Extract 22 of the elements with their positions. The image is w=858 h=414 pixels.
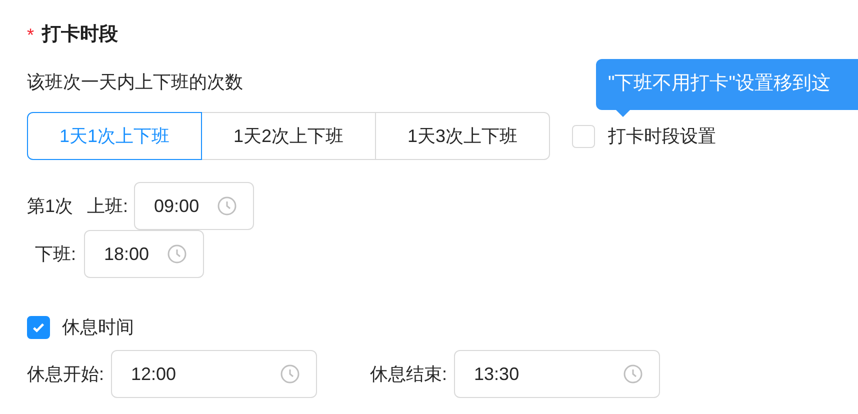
time-field[interactable]: 13:30: [454, 350, 660, 398]
section-title: 打卡时段: [42, 22, 118, 47]
shift-label: 第1次: [27, 194, 74, 218]
field-label: 休息开始:: [27, 362, 104, 386]
checkbox-label: 打卡时段设置: [608, 124, 716, 148]
checkbox[interactable]: [27, 316, 50, 338]
clock-icon: [280, 364, 300, 384]
clock-icon: [217, 196, 238, 216]
segment-tab[interactable]: 1天2次上下班: [201, 112, 376, 160]
required-mark: *: [27, 24, 34, 46]
count-label: 该班次一天内上下班的次数: [27, 71, 243, 94]
field-label: 休息结束:: [370, 362, 448, 386]
tooltip-arrow: [616, 110, 630, 117]
time-field[interactable]: 18:00: [84, 230, 204, 278]
clock-icon: [167, 244, 188, 264]
field-label: 下班:: [35, 242, 76, 266]
clock-icon: [623, 364, 644, 384]
time-field[interactable]: 09:00: [134, 182, 254, 230]
checkbox-label: 休息时间: [62, 316, 134, 338]
field-label: 上班:: [87, 194, 128, 218]
time-field[interactable]: 12:00: [111, 350, 318, 398]
segment-tab[interactable]: 1天3次上下班: [375, 112, 550, 160]
